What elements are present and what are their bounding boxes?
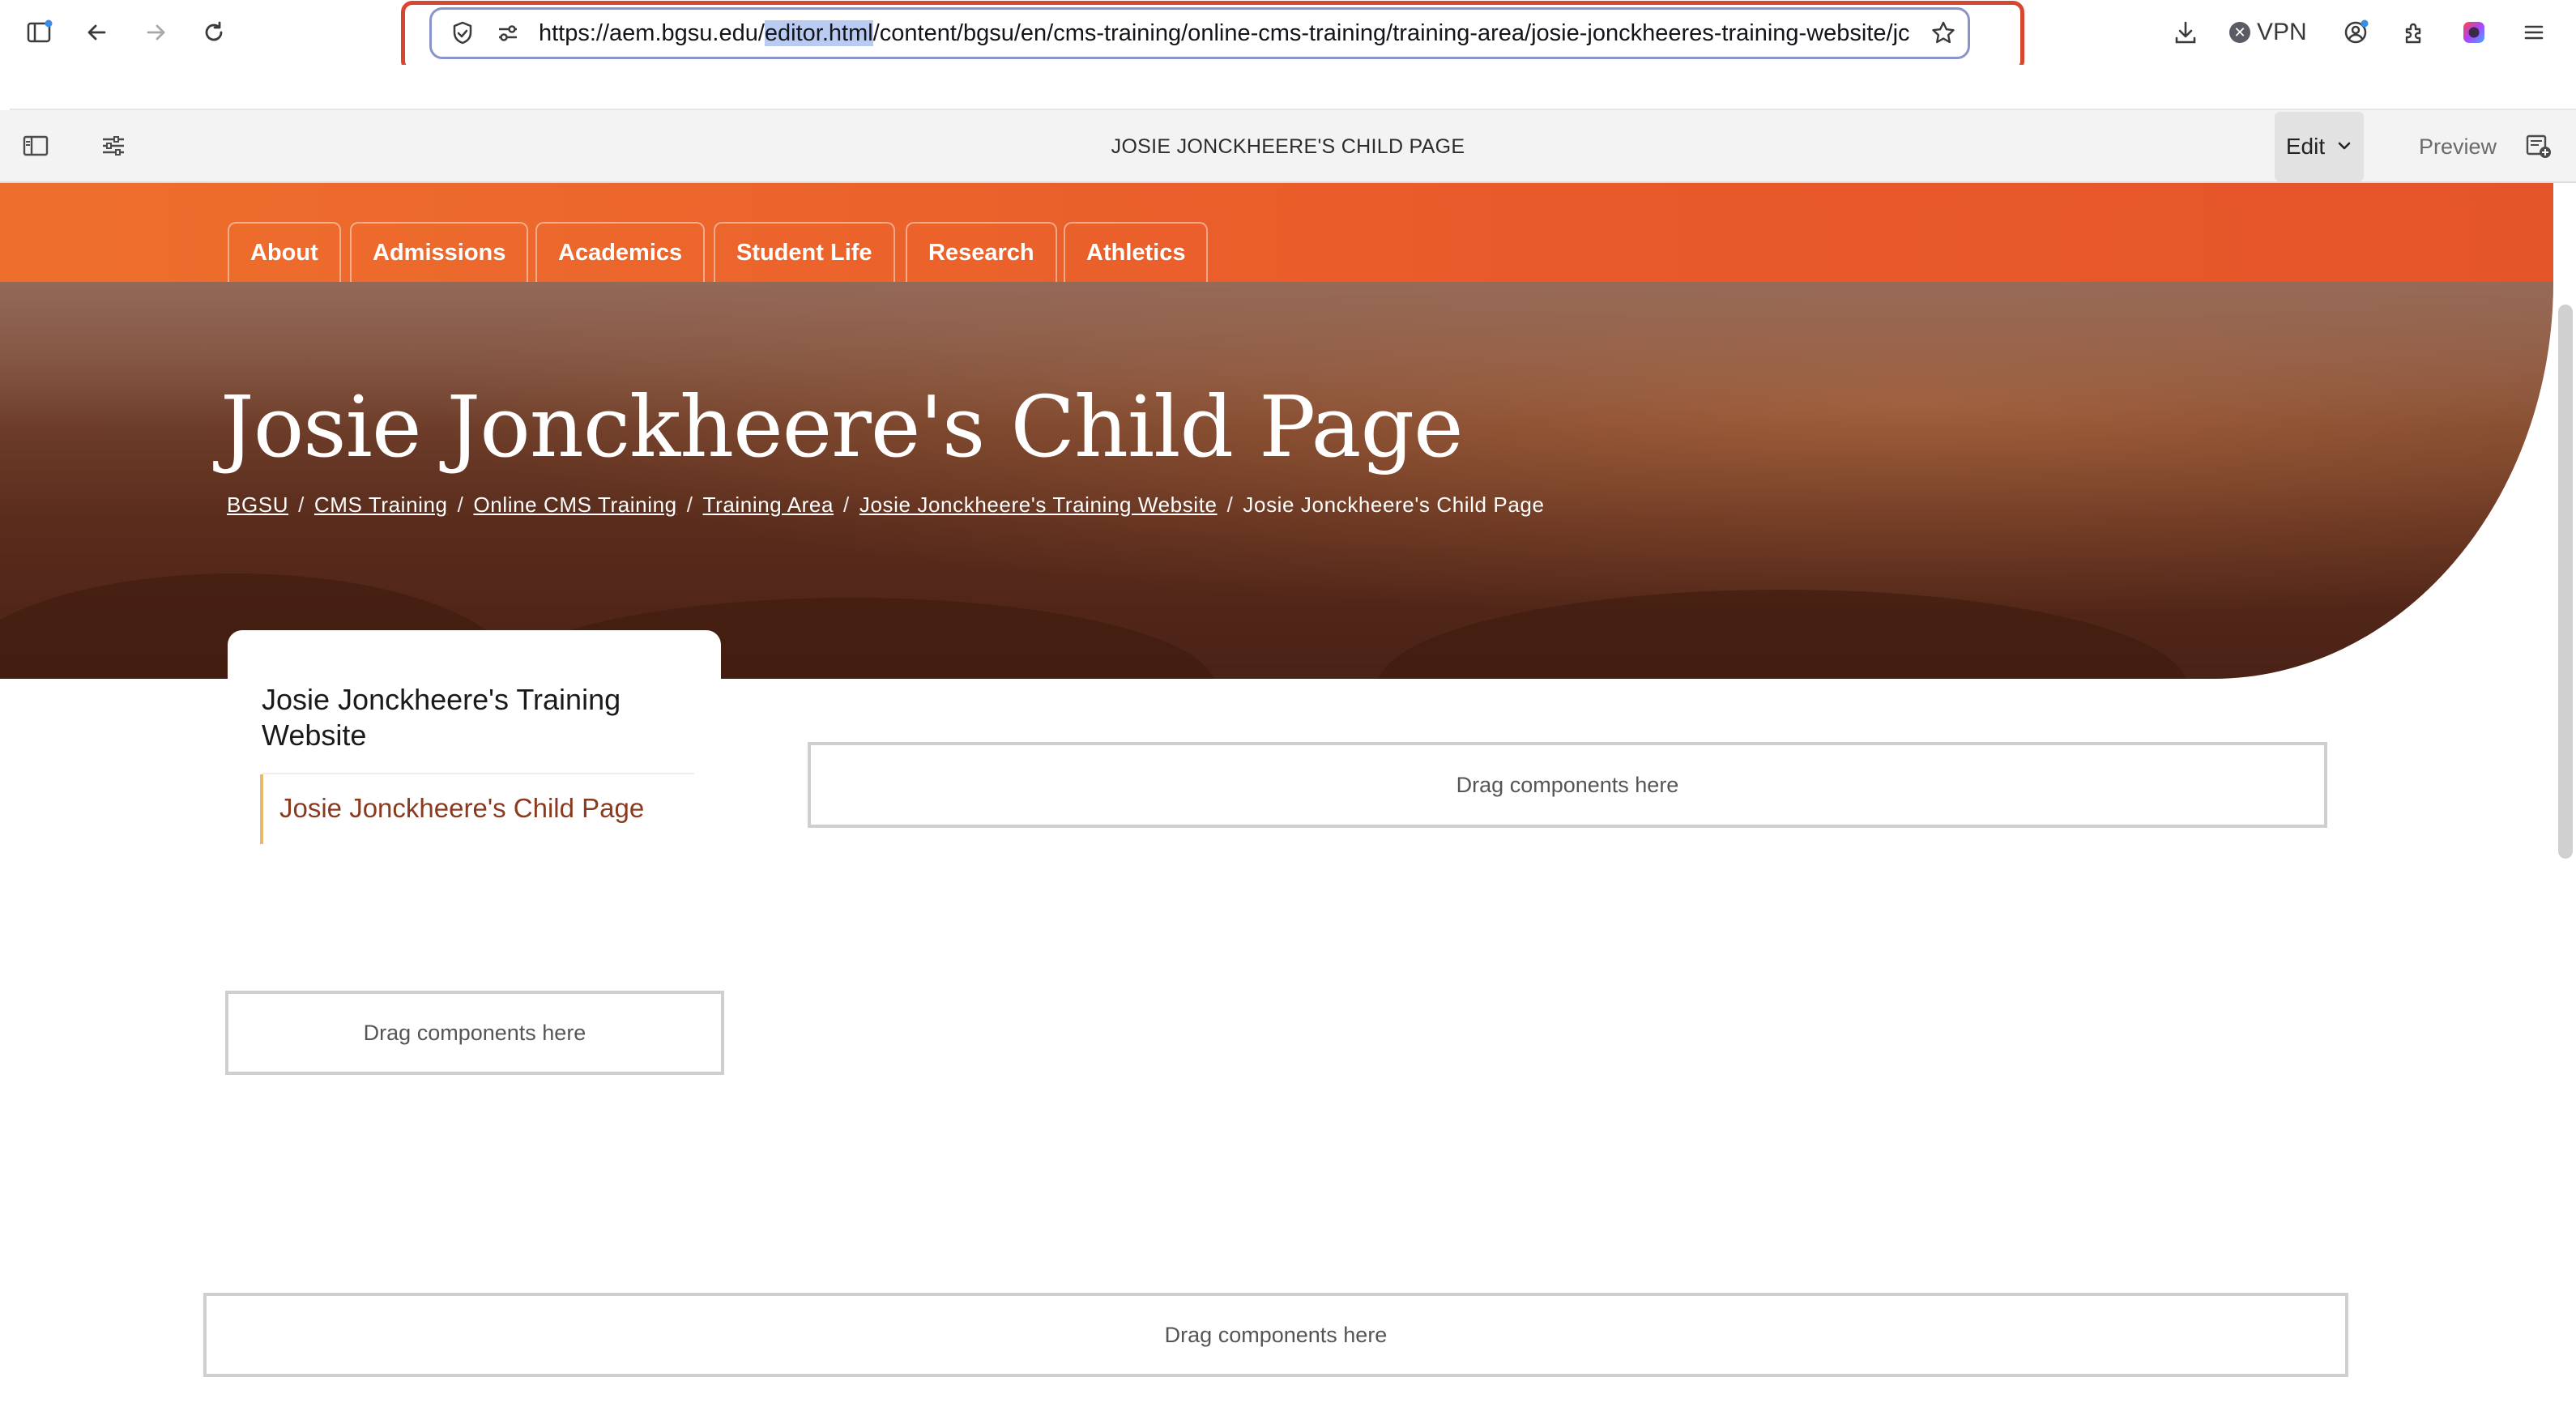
mode-label: Edit xyxy=(2285,134,2326,159)
download-icon[interactable] xyxy=(2168,15,2203,50)
breadcrumb-separator: / xyxy=(298,492,305,517)
page-properties-icon[interactable] xyxy=(96,128,131,164)
breadcrumb-separator: / xyxy=(686,492,693,517)
hero-banner: Josie Jonckheere's Child Page BGSU / CMS… xyxy=(0,282,2553,679)
nav-tab-academics[interactable]: Academics xyxy=(535,222,706,282)
mode-dropdown[interactable]: Edit xyxy=(2275,112,2364,181)
breadcrumb-item-current: Josie Jonckheere's Child Page xyxy=(1243,492,1545,517)
site-main-nav: About Admissions Academics Student Life … xyxy=(0,183,2553,282)
url-text[interactable]: https://aem.bgsu.edu/editor.html/content… xyxy=(539,10,1916,57)
chevron-down-icon xyxy=(2336,134,2352,160)
breadcrumb-separator: / xyxy=(1226,492,1234,517)
shield-icon[interactable] xyxy=(445,15,480,51)
breadcrumb-item-cms-training[interactable]: CMS Training xyxy=(314,492,448,518)
editor-page-title: JOSIE JONCKHEERE'S CHILD PAGE xyxy=(1111,135,1465,158)
editor-toolbar: JOSIE JONCKHEERE'S CHILD PAGE Edit Previ… xyxy=(0,110,2576,183)
annotations-icon[interactable] xyxy=(2521,128,2557,164)
breadcrumb: BGSU / CMS Training / Online CMS Trainin… xyxy=(227,492,1545,518)
permissions-icon[interactable] xyxy=(490,15,526,51)
vpn-off-icon: ✕ xyxy=(2229,22,2250,43)
nav-tab-admissions[interactable]: Admissions xyxy=(350,222,529,282)
section-nav-parent-link[interactable]: Josie Jonckheere's Training Website xyxy=(262,682,683,753)
page-title: Josie Jonckheere's Child Page xyxy=(220,377,1464,476)
footer-dropzone[interactable]: Drag components here xyxy=(203,1293,2348,1377)
reload-icon[interactable] xyxy=(196,15,232,50)
color-extension-icon[interactable] xyxy=(2456,15,2492,50)
browser-toolbar: https://aem.bgsu.edu/editor.html/content… xyxy=(0,0,2576,72)
side-panel-icon[interactable] xyxy=(18,128,53,164)
section-nav-item-current[interactable]: Josie Jonckheere's Child Page xyxy=(260,774,681,844)
sidebar-dropzone[interactable]: Drag components here xyxy=(225,991,724,1075)
breadcrumb-item-bgsu[interactable]: BGSU xyxy=(227,492,288,518)
hero-treeline xyxy=(1377,590,2187,679)
account-icon[interactable] xyxy=(2338,15,2373,50)
bookmark-star-icon[interactable] xyxy=(1926,15,1961,51)
nav-tab-athletics[interactable]: Athletics xyxy=(1064,222,1209,282)
vpn-button[interactable]: ✕ VPN xyxy=(2229,15,2307,50)
main-dropzone[interactable]: Drag components here xyxy=(808,742,2327,828)
breadcrumb-separator: / xyxy=(843,492,850,517)
page-scrollbar[interactable] xyxy=(2558,305,2573,859)
breadcrumb-item-training-website[interactable]: Josie Jonckheere's Training Website xyxy=(859,492,1218,518)
breadcrumb-item-training-area[interactable]: Training Area xyxy=(703,492,834,518)
vpn-label: VPN xyxy=(2257,19,2307,45)
sidebar-icon[interactable] xyxy=(21,15,57,50)
breadcrumb-item-online-cms-training[interactable]: Online CMS Training xyxy=(473,492,676,518)
section-nav: Josie Jonckheere's Training Website Josi… xyxy=(228,630,721,857)
nav-tab-research[interactable]: Research xyxy=(906,222,1057,282)
forward-icon[interactable] xyxy=(138,15,173,50)
breadcrumb-separator: / xyxy=(457,492,464,517)
url-selected-segment: editor.html xyxy=(764,20,873,46)
url-suffix: /content/bgsu/en/cms-training/online-cms… xyxy=(872,20,1910,46)
extensions-icon[interactable] xyxy=(2396,15,2432,50)
preview-button[interactable]: Preview xyxy=(2419,110,2497,183)
nav-tab-about[interactable]: About xyxy=(228,222,341,282)
url-prefix: https://aem.bgsu.edu/ xyxy=(539,20,765,46)
toolbar-divider xyxy=(10,65,2576,110)
url-bar[interactable]: https://aem.bgsu.edu/editor.html/content… xyxy=(429,7,1970,59)
menu-icon[interactable] xyxy=(2516,15,2552,50)
nav-tab-student-life[interactable]: Student Life xyxy=(714,222,895,282)
back-icon[interactable] xyxy=(79,15,115,50)
